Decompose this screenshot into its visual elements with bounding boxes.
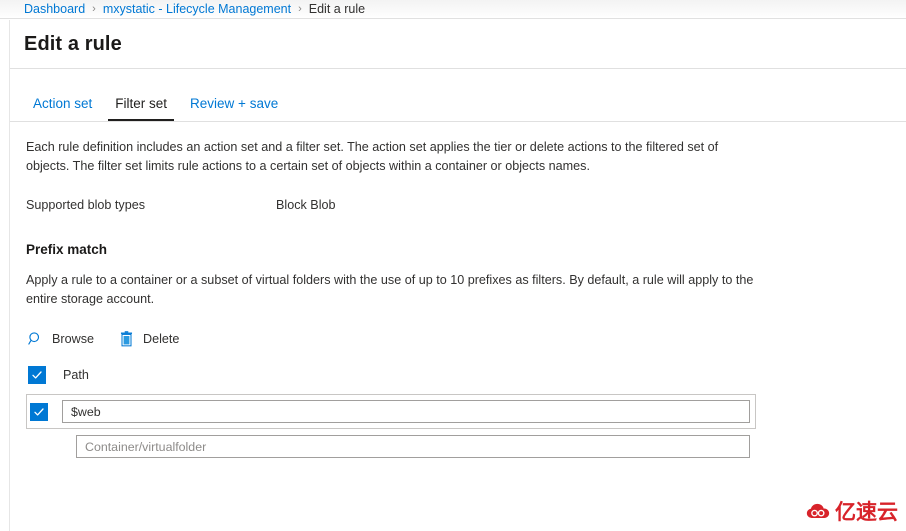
- breadcrumb-item-dashboard[interactable]: Dashboard: [24, 2, 85, 16]
- prefix-path-input[interactable]: [62, 400, 750, 423]
- breadcrumb-separator-icon: ›: [92, 3, 96, 15]
- prefix-row[interactable]: [26, 429, 756, 464]
- tab-strip: Action set Filter set Review + save: [10, 69, 906, 122]
- supported-blob-types-value: Block Blob: [276, 198, 336, 212]
- browse-label: Browse: [52, 331, 94, 346]
- page-frame: Edit a rule Action set Filter set Review…: [9, 20, 906, 531]
- breadcrumb: Dashboard › mxystatic - Lifecycle Manage…: [0, 0, 906, 19]
- tab-action-set[interactable]: Action set: [26, 96, 99, 121]
- delete-label: Delete: [143, 331, 180, 346]
- main-content: Each rule definition includes an action …: [10, 122, 906, 464]
- select-all-checkbox[interactable]: [28, 366, 46, 384]
- page-title: Edit a rule: [24, 32, 122, 55]
- prefix-row-checkbox[interactable]: [30, 402, 48, 421]
- intro-text: Each rule definition includes an action …: [26, 140, 719, 173]
- tab-review-save[interactable]: Review + save: [183, 96, 285, 121]
- prefix-command-bar: Browse Delete: [26, 328, 888, 349]
- prefix-match-description: Apply a rule to a container or a subset …: [26, 273, 754, 306]
- prefix-match-heading: Prefix match: [26, 242, 108, 257]
- delete-button[interactable]: Delete: [117, 328, 180, 349]
- trash-icon: [118, 330, 135, 347]
- prefix-row[interactable]: [26, 394, 756, 429]
- breadcrumb-item-lifecycle-management[interactable]: mxystatic - Lifecycle Management: [103, 2, 291, 16]
- prefix-path-input-empty[interactable]: [76, 435, 750, 458]
- supported-blob-types-label: Supported blob types: [26, 198, 146, 212]
- path-header-row: Path: [26, 362, 888, 388]
- cloud-logo-icon: [805, 499, 831, 525]
- watermark: 亿速云: [805, 499, 898, 525]
- browse-button[interactable]: Browse: [26, 328, 95, 349]
- title-area: Edit a rule: [10, 20, 906, 69]
- tab-filter-set[interactable]: Filter set: [108, 96, 175, 121]
- path-column-header: Path: [63, 368, 89, 382]
- search-icon: [27, 330, 44, 347]
- breadcrumb-separator-icon: ›: [298, 3, 302, 15]
- watermark-text: 亿速云: [835, 500, 898, 524]
- breadcrumb-item-edit-a-rule: Edit a rule: [308, 2, 366, 16]
- supported-blob-types-row: Supported blob types Block Blob: [26, 198, 888, 212]
